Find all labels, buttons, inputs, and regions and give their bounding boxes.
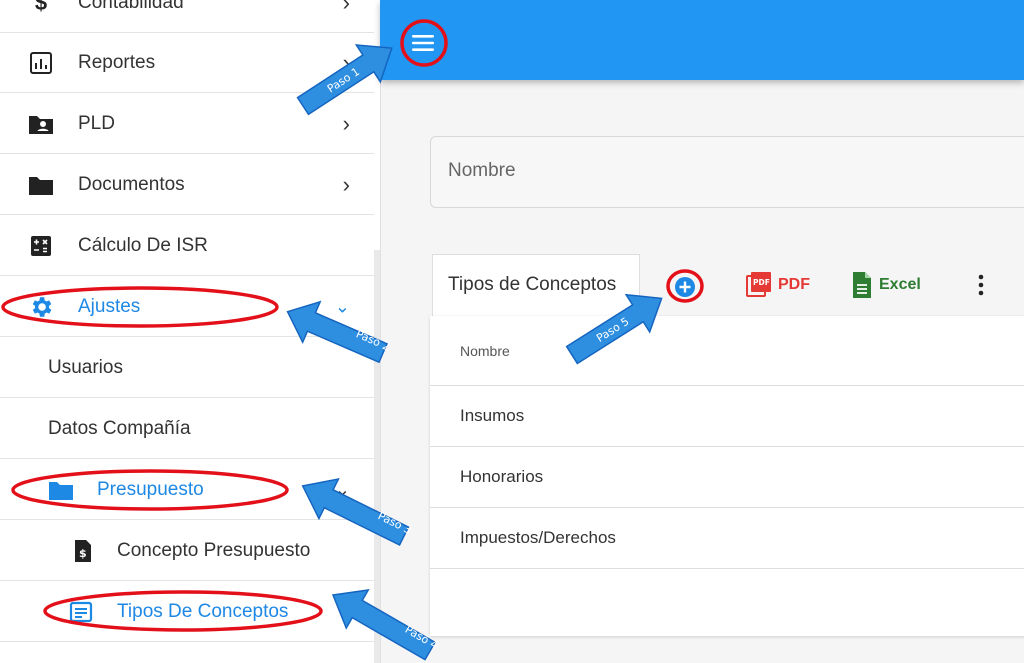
chevron-right-icon: ›	[342, 171, 350, 197]
table-row[interactable]: Impuestos/Derechos	[430, 507, 1024, 568]
conceptos-table: Nombre Insumos Honorarios Impuestos/Dere…	[430, 316, 1024, 636]
step-label-3: Paso 3	[376, 509, 414, 537]
name-filter-input[interactable]	[446, 159, 950, 183]
sidebar-item-documentos[interactable]: Documentos ›	[0, 155, 374, 215]
more-vert-icon[interactable]	[972, 272, 990, 298]
svg-text:$: $	[79, 547, 87, 560]
chevron-right-icon: ›	[342, 110, 350, 136]
table-footer	[430, 568, 1024, 629]
app-header	[380, 0, 1024, 80]
excel-file-icon	[853, 272, 871, 298]
table-row[interactable]: Insumos	[430, 385, 1024, 446]
sidebar-item-datos-compania[interactable]: Datos Compañía	[0, 399, 374, 459]
calculator-icon	[28, 233, 54, 259]
receipt-icon: $	[70, 538, 96, 564]
sidebar-item-usuarios[interactable]: Usuarios	[0, 338, 374, 398]
sidebar-item-concepto-presupuesto[interactable]: $ Concepto Presupuesto	[0, 521, 374, 581]
pdf-label: PDF	[778, 276, 810, 293]
sidebar-item-contabilidad[interactable]: $ Contabilidad ›	[0, 0, 374, 33]
column-header-nombre[interactable]: Nombre	[460, 343, 510, 359]
chevron-right-icon: ›	[342, 0, 350, 15]
export-pdf-button[interactable]: PDF PDF	[746, 271, 810, 299]
sidebar-item-ajustes[interactable]: Ajustes ⌄	[0, 277, 374, 337]
name-filter-field[interactable]	[430, 136, 1024, 208]
chevron-down-icon: ⌄	[334, 296, 350, 316]
sidebar-item-tipos-de-conceptos[interactable]: Tipos De Conceptos	[0, 582, 374, 642]
sidebar-item-label: Concepto Presupuesto	[117, 539, 311, 561]
hamburger-menu-icon[interactable]	[402, 22, 444, 64]
contact-folder-icon	[28, 111, 54, 137]
table-cell: Insumos	[460, 406, 525, 425]
sidebar-item-label: Ajustes	[78, 295, 141, 317]
bar-chart-icon	[28, 50, 54, 76]
sidebar-item-reportes[interactable]: Reportes ›	[0, 33, 374, 93]
sidebar-item-pld[interactable]: PLD ›	[0, 94, 374, 154]
sidebar-item-label: Documentos	[78, 173, 185, 195]
sidebar-item-label: Contabilidad	[78, 0, 184, 13]
tab-tipos-de-conceptos[interactable]: Tipos de Conceptos	[432, 254, 640, 316]
sidebar-item-calculo-isr[interactable]: Cálculo De ISR	[0, 216, 374, 276]
sidebar-scrollbar[interactable]	[374, 250, 380, 663]
table-cell: Honorarios	[460, 467, 544, 486]
folder-icon	[48, 477, 74, 503]
folder-icon	[28, 172, 54, 198]
sidebar-item-presupuesto[interactable]: Presupuesto ⌄	[0, 460, 374, 520]
sidebar-item-label: PLD	[78, 112, 115, 134]
gear-icon	[28, 294, 54, 320]
dollar-icon: $	[34, 0, 48, 15]
sidebar-item-label: Presupuesto	[97, 478, 204, 500]
table-cell: Impuestos/Derechos	[460, 528, 616, 547]
tab-label: Tipos de Conceptos	[448, 274, 617, 295]
export-excel-button[interactable]: Excel	[851, 271, 921, 299]
add-button[interactable]	[667, 269, 703, 305]
sidebar: $ Contabilidad › Reportes › PLD › Docume…	[0, 0, 381, 663]
sidebar-item-label: Cálculo De ISR	[78, 234, 208, 256]
table-row[interactable]: Honorarios	[430, 446, 1024, 507]
plus-circle-icon	[675, 277, 695, 297]
sidebar-item-label: Reportes	[78, 51, 156, 73]
excel-label: Excel	[879, 276, 921, 293]
svg-text:PDF: PDF	[753, 278, 770, 287]
sidebar-item-label: Tipos De Conceptos	[117, 600, 289, 622]
chevron-down-icon: ⌄	[334, 479, 350, 499]
chevron-right-icon: ›	[342, 49, 350, 75]
sidebar-item-label: Datos Compañía	[48, 417, 191, 439]
sidebar-item-label: Usuarios	[48, 356, 123, 378]
list-box-icon	[68, 599, 94, 625]
pdf-icon: PDF	[746, 272, 771, 297]
